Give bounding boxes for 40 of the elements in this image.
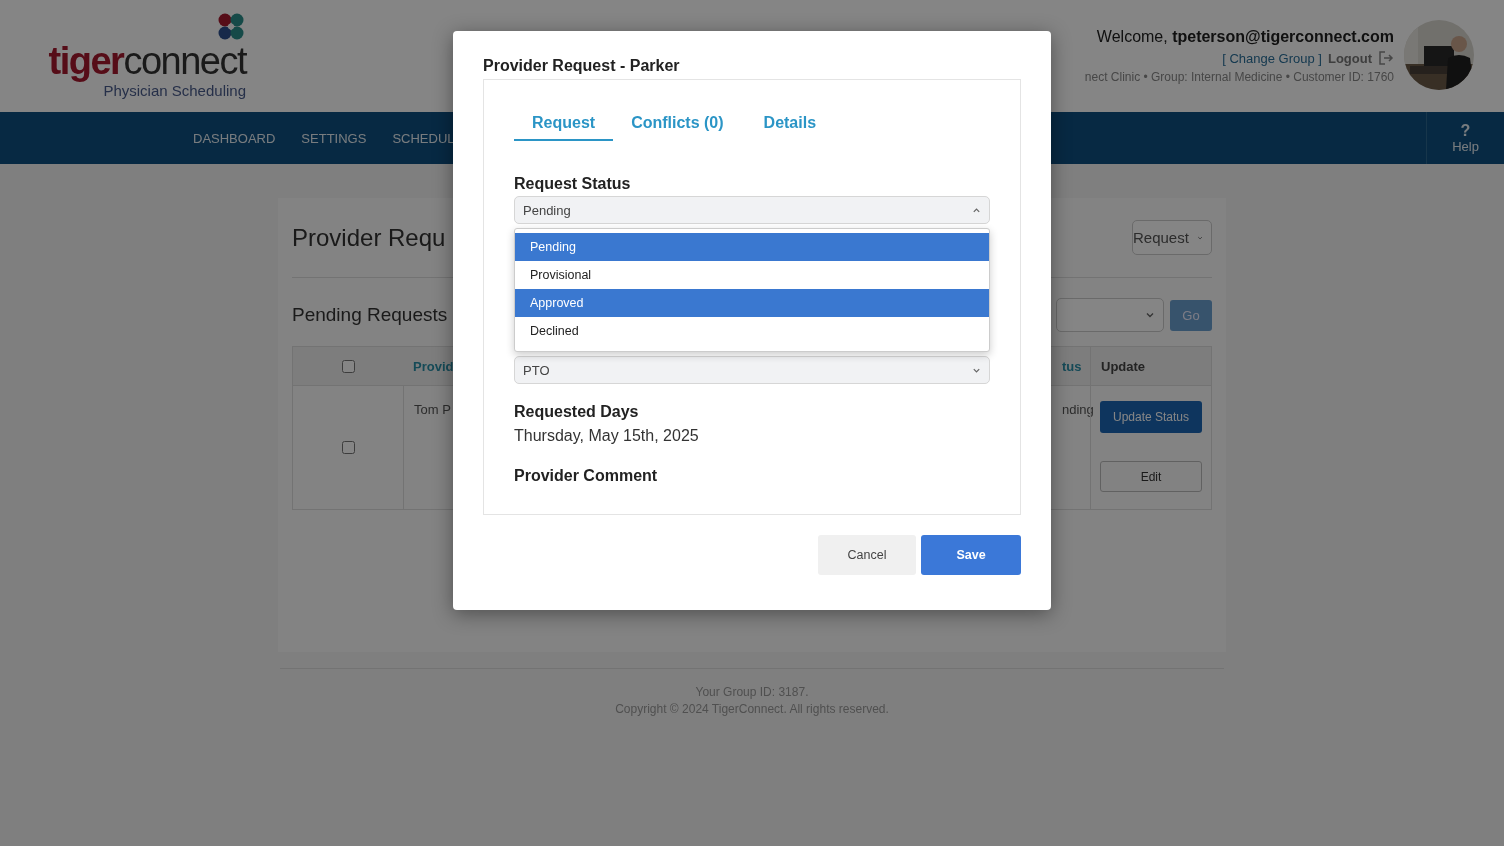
page-title: Provider Requ xyxy=(292,223,446,252)
change-group-link[interactable]: [ Change Group ] xyxy=(1222,50,1322,66)
view-select[interactable]: Request xyxy=(1132,220,1212,255)
logout-link[interactable]: Logout xyxy=(1327,50,1372,66)
field-label: Requested Days xyxy=(514,403,640,421)
nav-link[interactable]: DASHBOARD xyxy=(180,112,289,164)
field-label: Request Status xyxy=(514,175,632,193)
row-checkbox[interactable] xyxy=(341,441,355,454)
update-status-button[interactable]: Update Status xyxy=(1100,401,1202,433)
logout-icon[interactable] xyxy=(1378,50,1394,66)
section-title: Pending Requests xyxy=(292,304,448,326)
save-button[interactable]: Save xyxy=(921,535,1021,575)
type-select[interactable]: PTO xyxy=(514,356,990,384)
status-select[interactable]: Pending xyxy=(514,196,990,224)
tab[interactable]: Request xyxy=(514,106,614,141)
status-option[interactable]: Declined xyxy=(515,317,989,345)
logo-icon xyxy=(216,12,246,42)
status-option[interactable]: Provisional xyxy=(515,261,989,289)
group-info-text: nect Clinic • Group: Internal Medicine • Customer ID: 1760 xyxy=(1084,70,1394,84)
cancel-button[interactable]: Cancel xyxy=(818,535,916,575)
select-all-checkbox[interactable] xyxy=(341,359,355,373)
status-option[interactable]: Approved xyxy=(515,289,989,317)
requested-days-value: Thursday, May 15th, 2025 xyxy=(514,427,700,445)
help-button[interactable]: ? Help xyxy=(1426,112,1504,164)
edit-button[interactable]: Edit xyxy=(1100,461,1202,492)
status-option[interactable]: Pending xyxy=(515,233,989,261)
tab[interactable]: Details xyxy=(745,106,835,141)
table-cell-text: Tom P xyxy=(414,402,451,419)
column-header[interactable]: tus xyxy=(1052,347,1090,386)
table-cell-text: nding xyxy=(1062,402,1094,419)
modal-title: Provider Request - Parker xyxy=(483,57,681,75)
welcome-text: Welcome, tpeterson@tigerconnect.com xyxy=(1096,28,1394,46)
tab[interactable]: Conflicts (0) xyxy=(613,106,742,141)
go-button[interactable]: Go xyxy=(1170,299,1212,331)
nav-link[interactable]: SETTINGS xyxy=(288,112,380,164)
field-label: Provider Comment xyxy=(514,467,659,485)
brand-tagline: Physician Scheduling xyxy=(103,82,246,99)
caret-up-icon xyxy=(972,205,981,215)
caret-down-icon xyxy=(1145,310,1155,320)
column-header: Update xyxy=(1090,347,1211,386)
